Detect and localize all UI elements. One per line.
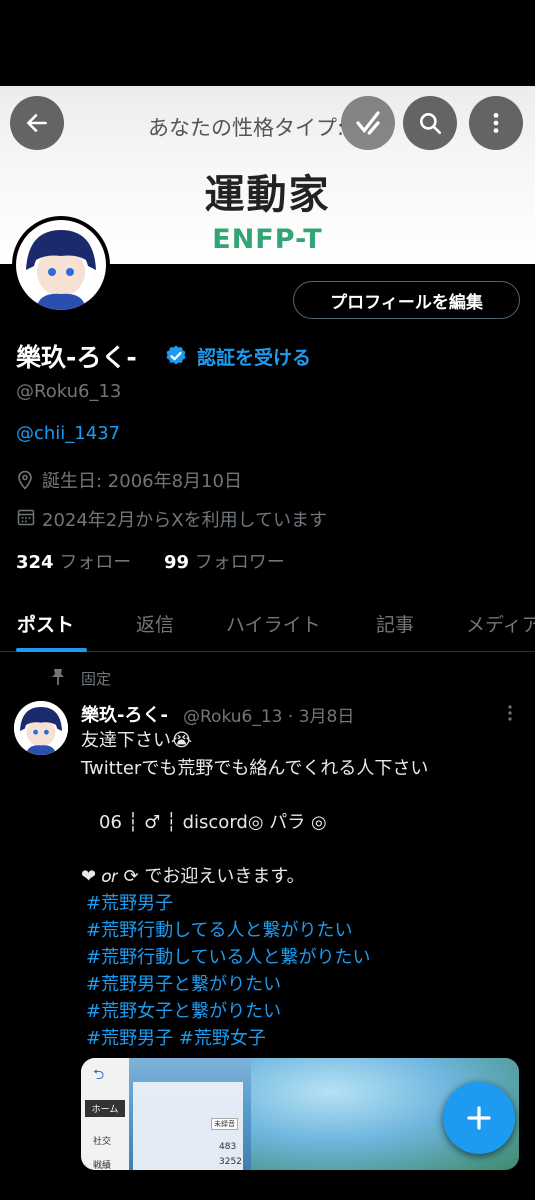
followers-label: フォロワー (194, 552, 285, 573)
hashtag-link[interactable]: #荒野行動してる人と繋がりたい (86, 916, 353, 942)
record-badge: 未録音 (211, 1118, 238, 1130)
profile-name: 樂玖-ろく- (16, 343, 137, 372)
more-button[interactable] (469, 96, 523, 150)
followers-count: 99 (164, 552, 190, 573)
back-icon: ⮌ (93, 1067, 105, 1083)
search-icon (420, 113, 442, 135)
banner-type-name: 運動家 (204, 172, 331, 218)
avatar-image (16, 220, 106, 310)
back-button[interactable] (10, 96, 64, 150)
post-author-avatar[interactable] (14, 701, 68, 755)
post-text-line: 06 ┆ ♂ ┆ discord◎ パラ ◎ (81, 812, 327, 833)
hashtag-link[interactable]: #荒野男子と繋がりたい (86, 970, 281, 996)
compose-post-button[interactable] (443, 1082, 515, 1154)
stats-menu-item: 戦績 (93, 1161, 112, 1170)
post-text-line: Twitterでも荒野でも絡んでくれる人下さい (81, 758, 429, 779)
hashtag-link[interactable]: #荒野男子 (86, 889, 173, 915)
tab-replies[interactable]: 返信 (136, 610, 174, 637)
edit-profile-button[interactable]: プロフィールを編集 (293, 281, 520, 319)
get-verified-link[interactable]: 認証を受ける (197, 343, 311, 370)
grok-button[interactable] (341, 96, 395, 150)
arrow-left-icon (27, 114, 47, 132)
post-text-line: 友達下さい😭 (81, 730, 193, 751)
bio-mention-link[interactable]: @chii_1437 (16, 423, 120, 444)
social-menu-item: 社交 (93, 1137, 112, 1147)
game-profile-panel: 未録音 483 3252 (133, 1082, 243, 1170)
grok-icon (356, 111, 380, 135)
tab-articles[interactable]: 記事 (376, 610, 414, 637)
hashtag-link[interactable]: #荒野行動している人と繋がりたい (86, 943, 371, 969)
hashtag-link[interactable]: #荒野女子と繋がりたい (86, 997, 281, 1023)
following-label: フォロー (59, 552, 132, 573)
active-tab-indicator (16, 648, 87, 652)
tab-highlights[interactable]: ハイライト (226, 610, 321, 637)
profile-avatar[interactable] (12, 216, 110, 314)
hashtag-link[interactable]: #荒野男子 #荒野女子 (86, 1024, 266, 1050)
joined-date-text: 2024年2月からXを利用しています (42, 510, 328, 531)
stat-value: 483 (219, 1142, 237, 1152)
post-more-icon[interactable] (503, 703, 517, 727)
pinned-label: 固定 (81, 670, 112, 688)
following-link[interactable]: 324 フォロー (16, 548, 131, 574)
game-sidebar: ⮌ ホーム 社交 戦績 (81, 1058, 129, 1170)
profile-tabs: ポスト 返信 ハイライト 記事 メディア (0, 596, 535, 652)
birthday-text: 誕生日: 2006年8月10日 (42, 471, 242, 492)
calendar-icon (17, 508, 35, 530)
post-text-line: ❤︎ 𝑜𝑟 ⟳ でお迎えいきます。 (81, 866, 305, 887)
tab-media[interactable]: メディア (466, 610, 535, 637)
location-pin-icon (17, 470, 33, 494)
tab-posts[interactable]: ポスト (17, 610, 74, 637)
home-menu-item: ホーム (85, 1100, 125, 1117)
more-vertical-icon (493, 113, 499, 133)
plus-icon (467, 1106, 491, 1130)
verified-badge-icon (164, 344, 188, 372)
post-author-name[interactable]: 樂玖-ろく- (81, 701, 168, 727)
following-count: 324 (16, 552, 54, 573)
banner-label: あなたの性格タイプ: (148, 116, 345, 140)
avatar-image (14, 701, 68, 755)
search-button[interactable] (403, 96, 457, 150)
stat-value: 3252 (219, 1157, 242, 1167)
followers-link[interactable]: 99 フォロワー (164, 548, 285, 574)
post-meta: @Roku6_13 · 3月8日 (183, 707, 355, 727)
pin-icon (51, 668, 65, 690)
profile-handle: @Roku6_13 (16, 381, 122, 402)
